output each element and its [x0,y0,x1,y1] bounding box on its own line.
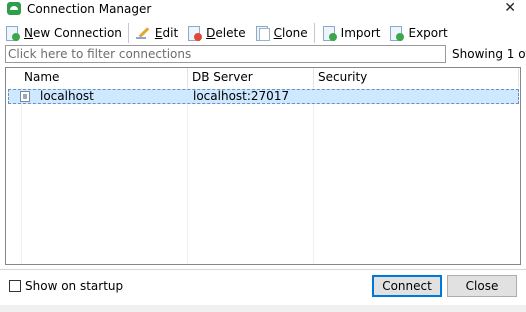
new-connection-icon [4,25,20,41]
column-divider [187,68,188,87]
new-connection-button[interactable]: New Connection [0,22,126,44]
clone-button[interactable]: Clone [250,22,312,44]
filter-input[interactable]: Click here to filter connections [5,45,446,63]
window-title: Connection Manager [27,2,152,16]
grid-line [313,87,314,264]
column-header-security[interactable]: Security [318,68,367,87]
column-header-name[interactable]: Name [24,68,59,87]
close-icon[interactable]: ✕ [504,0,516,17]
row-name: localhost [40,89,94,103]
import-icon [321,25,337,41]
row-db-server: localhost:27017 [193,89,290,103]
column-divider [518,68,519,87]
delete-icon [186,25,203,41]
title-bar: Connection Manager ✕ [0,0,526,19]
clone-label: Clone [273,26,308,40]
edit-button[interactable]: Edit [131,22,182,44]
showing-count: Showing 1 of 1 [452,47,526,61]
window-bottom-edge [0,305,526,312]
connections-table[interactable]: Name DB Server Security localhost localh… [5,67,521,265]
table-row[interactable]: localhost localhost:27017 [8,89,519,104]
show-on-startup-label: Show on startup [25,279,124,293]
close-button[interactable]: Close [447,275,517,297]
delete-label: Delete [206,26,246,40]
connect-button[interactable]: Connect [372,275,442,297]
column-divider [313,68,314,87]
grid-line [187,87,188,264]
import-button[interactable]: Import [317,22,385,44]
toolbar-separator [313,23,315,43]
footer-divider [0,269,526,270]
app-icon [7,2,21,15]
grid-line [21,87,22,264]
export-icon [388,25,405,41]
edit-icon [135,25,151,41]
export-label: Export [408,26,448,40]
edit-label: Edit [154,26,179,40]
toolbar: New Connection Edit Delete Clone Import … [0,20,526,46]
clone-icon [254,25,270,41]
column-header-db-server[interactable]: DB Server [192,68,253,87]
table-header: Name DB Server Security [6,68,520,87]
new-connection-label: New Connection [24,26,122,40]
delete-button[interactable]: Delete [182,22,249,44]
server-icon [20,91,30,102]
toolbar-separator [127,23,129,43]
show-on-startup-checkbox[interactable] [9,280,21,292]
import-label: Import [340,26,381,40]
export-button[interactable]: Export [384,22,451,44]
